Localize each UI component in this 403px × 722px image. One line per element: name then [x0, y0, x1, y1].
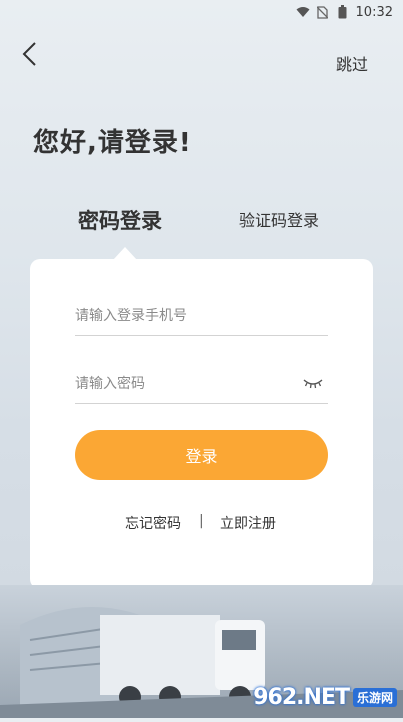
watermark-logo: 962.NET 乐游网 — [253, 685, 397, 710]
status-bar: 10:32 — [0, 0, 403, 24]
page-title: 您好,请登录! — [33, 128, 192, 158]
password-input[interactable] — [75, 365, 295, 403]
phone-field — [75, 297, 328, 336]
auth-links: 忘记密码 | 立即注册 — [30, 513, 373, 535]
forgot-password-link[interactable]: 忘记密码 — [125, 513, 181, 533]
background-truck-scene: 962.NET 乐游网 — [0, 585, 403, 718]
wifi-icon — [296, 5, 310, 19]
skip-button[interactable]: 跳过 — [336, 51, 368, 75]
battery-icon — [336, 5, 350, 19]
login-tabs: 密码登录 验证码登录 — [0, 203, 403, 237]
eye-closed-icon[interactable] — [302, 374, 324, 392]
tab-password-login[interactable]: 密码登录 — [78, 205, 162, 235]
chevron-left-icon — [21, 41, 37, 71]
register-link[interactable]: 立即注册 — [220, 513, 276, 533]
tab-sms-login[interactable]: 验证码登录 — [239, 207, 319, 231]
watermark-site: 乐游网 — [352, 688, 397, 707]
sim-off-icon — [316, 5, 330, 19]
link-separator: | — [199, 513, 204, 529]
back-button[interactable] — [16, 42, 42, 70]
watermark-brand: 962.NET — [253, 685, 350, 710]
phone-input[interactable] — [75, 297, 328, 335]
login-card: 登录 忘记密码 | 立即注册 — [30, 259, 373, 589]
status-time: 10:32 — [355, 4, 393, 20]
password-field — [75, 365, 328, 404]
login-button[interactable]: 登录 — [75, 430, 328, 480]
